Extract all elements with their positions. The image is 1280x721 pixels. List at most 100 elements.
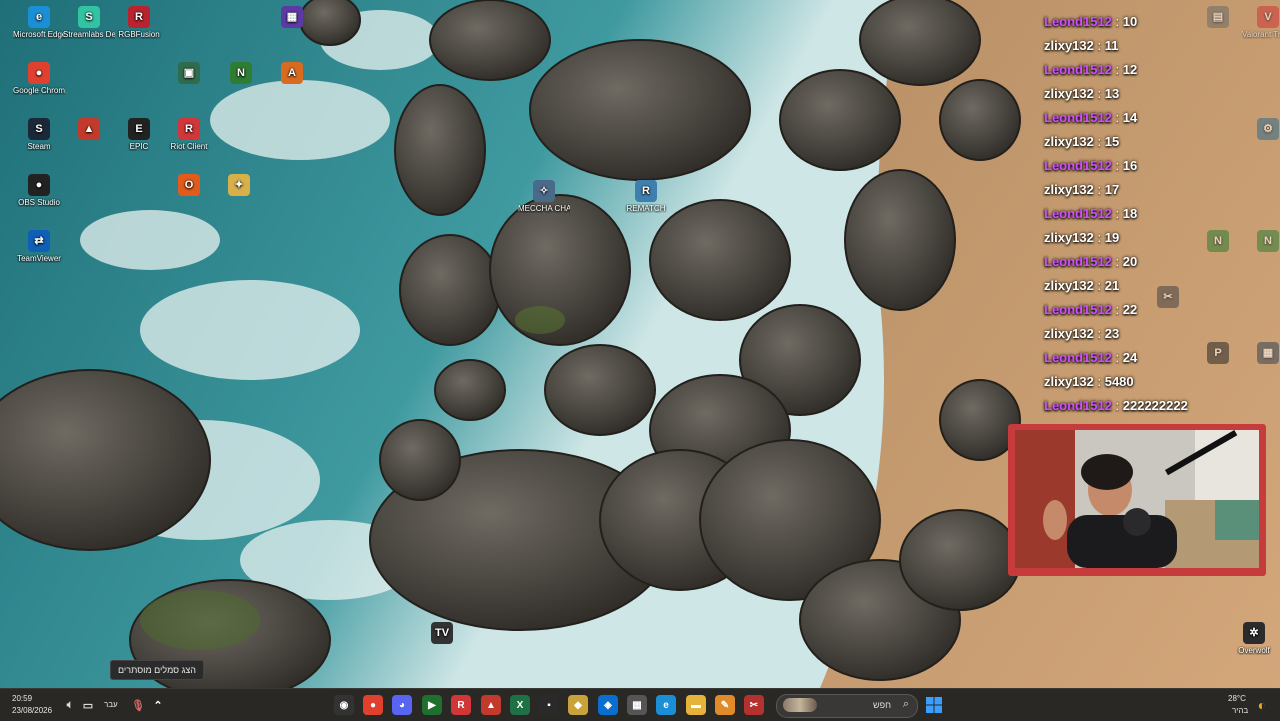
- chat-message: zlixy132 : 19: [1040, 226, 1240, 250]
- microphone-icon[interactable]: 🎙︎: [128, 695, 148, 715]
- app-icon: ▲: [78, 118, 100, 140]
- weather-description[interactable]: בהיר: [1232, 706, 1248, 715]
- chat-message: Leond1512 : 14: [1040, 106, 1240, 130]
- riot-taskbar-icon[interactable]: R: [451, 695, 471, 715]
- desktop-icon[interactable]: ▦: [1242, 342, 1280, 366]
- weather-temperature[interactable]: 28°C: [1228, 694, 1246, 703]
- desktop-icon[interactable]: ✧ MECCHA CHAMELEON: [518, 180, 570, 213]
- chat-username: Leond1512: [1044, 302, 1112, 317]
- box-taskbar-icon[interactable]: ◆: [568, 695, 588, 715]
- app-taskbar-icon[interactable]: ▪: [539, 695, 559, 715]
- desktop-icon[interactable]: ● Google Chrome: [13, 62, 65, 95]
- desktop-icon[interactable]: ⚙: [1242, 118, 1280, 142]
- taskbar-search-box[interactable]: חפש ⌕: [776, 694, 918, 718]
- chat-username: zlixy132: [1044, 326, 1094, 341]
- desktop-icon-label: RGBFusion: [118, 30, 160, 39]
- desktop-icon[interactable]: ⇄ TeamViewer: [13, 230, 65, 263]
- desktop-icon[interactable]: N: [1242, 230, 1280, 254]
- chat-message: Leond1512 : 24: [1040, 346, 1240, 370]
- app-icon: TV: [431, 622, 453, 644]
- language-indicator[interactable]: עבר: [104, 700, 118, 709]
- app-icon: R: [128, 6, 150, 28]
- desktop-icon[interactable]: ✲ Overwolf: [1228, 622, 1280, 655]
- desktop-icon[interactable]: S Steam: [13, 118, 65, 151]
- desktop-icon[interactable]: ✦: [213, 174, 265, 198]
- chat-separator: :: [1111, 254, 1123, 269]
- chat-username: zlixy132: [1044, 374, 1094, 389]
- stream-chat-overlay: Leond1512 : 10 zlixy132 : 11 Leond1512 : 1…: [1040, 10, 1240, 418]
- chrome-taskbar-icon[interactable]: ●: [363, 695, 383, 715]
- terminal-taskbar-icon[interactable]: ▶: [422, 695, 442, 715]
- hidden-icons-tooltip: הצג סמלים מוסתרים: [110, 660, 204, 680]
- weather-sun-icon[interactable]: ◐: [1252, 695, 1272, 715]
- chat-username: Leond1512: [1044, 158, 1112, 173]
- chat-separator: :: [1111, 206, 1123, 221]
- chat-message: Leond1512 : 12: [1040, 58, 1240, 82]
- chat-separator: :: [1111, 62, 1123, 77]
- desktop-icon[interactable]: ▲: [63, 118, 115, 142]
- desktop-icon[interactable]: V Valorant Tracker: [1242, 6, 1280, 39]
- desktop-icon[interactable]: ▣: [163, 62, 215, 86]
- desktop-icon[interactable]: O: [163, 174, 215, 198]
- chat-text: 11: [1104, 38, 1119, 53]
- desktop-icon[interactable]: S Streamlabs Desktop: [63, 6, 115, 39]
- chevron-up-icon[interactable]: ⌃: [148, 695, 168, 715]
- app-icon: S: [78, 6, 100, 28]
- volume-icon[interactable]: 🔈︎: [60, 695, 80, 715]
- chat-message: zlixy132 : 5480: [1040, 370, 1240, 394]
- chat-text: 5480: [1104, 374, 1134, 389]
- chat-username: Leond1512: [1044, 62, 1112, 77]
- chat-separator: :: [1111, 110, 1123, 125]
- desktop-icon[interactable]: R RGBFusion: [113, 6, 165, 39]
- chat-username: Leond1512: [1044, 254, 1112, 269]
- webcam-person-image: [1015, 430, 1259, 568]
- chat-username: zlixy132: [1044, 38, 1094, 53]
- desktop-icon-label: Google Chrome: [13, 86, 65, 95]
- desktop-icon[interactable]: R Riot Client: [163, 118, 215, 151]
- obs-taskbar-icon[interactable]: ◉: [334, 695, 354, 715]
- windows-logo-icon: [926, 697, 942, 713]
- edge-taskbar-icon[interactable]: e: [656, 695, 676, 715]
- paint-taskbar-icon[interactable]: ✎: [715, 695, 735, 715]
- app-icon: R: [635, 180, 657, 202]
- desktop-icon[interactable]: R REMATCH: [620, 180, 672, 213]
- clock-time[interactable]: 20:59: [12, 694, 32, 703]
- chat-message: zlixy132 : 11: [1040, 34, 1240, 58]
- chat-message: zlixy132 : 15: [1040, 130, 1240, 154]
- network-icon[interactable]: ▭: [78, 695, 98, 715]
- chat-username: Leond1512: [1044, 350, 1112, 365]
- taskbar: 20:59 23/08/2026 🔈︎ ▭ עבר 🎙︎ ⌃ ◉ ● ◕ ▶ R ▲ X ▪ ◆…: [0, 688, 1280, 721]
- desktop-icon[interactable]: E EPIC: [113, 118, 165, 151]
- start-button[interactable]: [924, 695, 944, 715]
- desktop-icon[interactable]: A: [266, 62, 318, 86]
- desktop-icon[interactable]: ▦: [266, 6, 318, 30]
- clock-date[interactable]: 23/08/2026: [12, 706, 52, 715]
- chat-separator: :: [1111, 302, 1123, 317]
- desktop-icon[interactable]: e Microsoft Edge: [13, 6, 65, 39]
- chat-text: 14: [1122, 110, 1138, 125]
- chat-text: 13: [1104, 86, 1120, 101]
- desktop-icon-label: Microsoft Edge: [13, 30, 65, 39]
- file-explorer-taskbar-icon[interactable]: ▬: [686, 695, 706, 715]
- chat-message: Leond1512 : 22: [1040, 298, 1240, 322]
- desktop-icon[interactable]: ● OBS Studio: [13, 174, 65, 207]
- search-icon: ⌕: [902, 698, 909, 710]
- chat-separator: :: [1093, 326, 1105, 341]
- store-taskbar-icon[interactable]: ◈: [598, 695, 618, 715]
- valorant-taskbar-icon[interactable]: ▲: [481, 695, 501, 715]
- app-icon: ⇄: [28, 230, 50, 252]
- discord-taskbar-icon[interactable]: ◕: [392, 695, 412, 715]
- calculator-taskbar-icon[interactable]: ▦: [627, 695, 647, 715]
- excel-taskbar-icon[interactable]: X: [510, 695, 530, 715]
- snipping-taskbar-icon[interactable]: ✂: [744, 695, 764, 715]
- desktop-icon[interactable]: TV: [416, 622, 468, 646]
- chat-message: Leond1512 : 222222222: [1040, 394, 1240, 418]
- chat-username: zlixy132: [1044, 134, 1094, 149]
- chat-text: 12: [1122, 62, 1138, 77]
- desktop-icon[interactable]: N: [215, 62, 267, 86]
- chat-text: 20: [1122, 254, 1138, 269]
- app-icon: ✦: [228, 174, 250, 196]
- chat-message: Leond1512 : 16: [1040, 154, 1240, 178]
- chat-separator: :: [1093, 182, 1105, 197]
- chat-text: 22: [1122, 302, 1138, 317]
